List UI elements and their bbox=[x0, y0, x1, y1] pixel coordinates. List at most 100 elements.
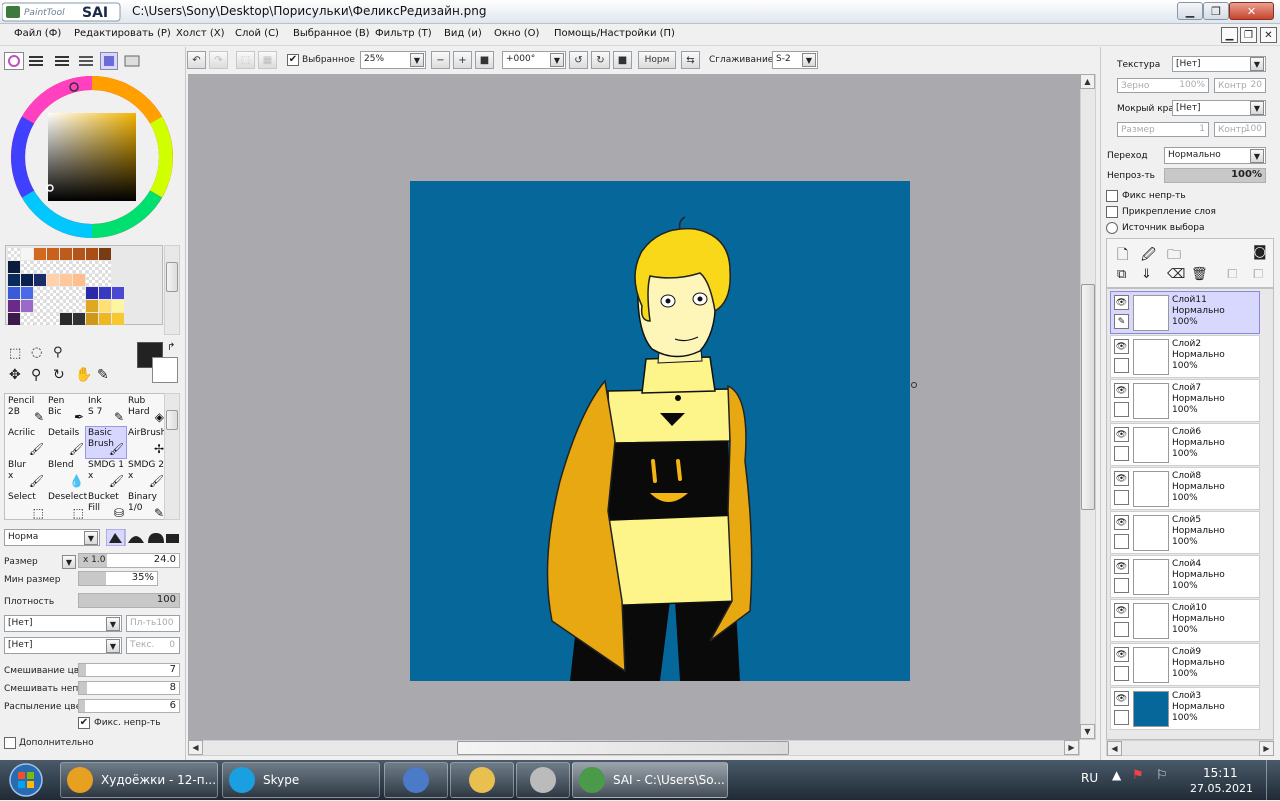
fix-opacity-checkbox[interactable]: ✔ bbox=[78, 717, 90, 729]
color-swatch[interactable] bbox=[47, 274, 59, 286]
menu-file[interactable]: Файл (Ф) bbox=[14, 28, 61, 39]
rotation-reset-button[interactable]: ■ bbox=[613, 51, 632, 69]
redo-button[interactable]: ↷ bbox=[209, 51, 228, 69]
layer-link-box[interactable] bbox=[1114, 446, 1129, 461]
selection-checkbox[interactable]: ✔ bbox=[287, 54, 299, 66]
layer-link-box[interactable] bbox=[1114, 710, 1129, 725]
layer-link-box[interactable] bbox=[1114, 402, 1129, 417]
color-swatch[interactable] bbox=[34, 274, 46, 286]
tool-smdg-2[interactable]: SMDG 2 x 🖌 bbox=[126, 459, 166, 490]
size-dropdown[interactable]: ▼ bbox=[62, 555, 76, 569]
new-folder-icon[interactable]: 🗀 bbox=[1167, 244, 1181, 268]
deselect-button[interactable]: ⬚ bbox=[236, 51, 255, 69]
tool-basic[interactable]: Basic Brush 🖌 bbox=[85, 426, 127, 459]
color-swatch[interactable] bbox=[73, 300, 85, 312]
color-swatch[interactable] bbox=[99, 313, 111, 325]
eye-icon[interactable]: 👁 bbox=[1114, 647, 1129, 662]
layers-horizontal-scrollbar[interactable]: ◀ ▶ bbox=[1106, 740, 1274, 756]
color-swatch[interactable] bbox=[99, 287, 111, 299]
zoom-in-button[interactable]: + bbox=[453, 51, 472, 69]
color-swatch[interactable] bbox=[47, 248, 59, 260]
tool-blur[interactable]: Blur x 🖌 bbox=[6, 459, 46, 490]
color-swatch[interactable] bbox=[34, 300, 46, 312]
color-swatch[interactable] bbox=[73, 274, 85, 286]
vertical-scroll-thumb[interactable] bbox=[1081, 284, 1095, 510]
color-swatch[interactable] bbox=[86, 274, 98, 286]
rotate-cw-button[interactable]: ↻ bbox=[591, 51, 610, 69]
color-swatch[interactable] bbox=[21, 300, 33, 312]
color-swatch[interactable] bbox=[99, 300, 111, 312]
rect-select-icon[interactable]: ⬚ bbox=[9, 346, 21, 361]
mix-color-slider[interactable]: 7 bbox=[78, 663, 180, 677]
color-swatch[interactable] bbox=[86, 248, 98, 260]
menu-view[interactable]: Вид (и) bbox=[444, 28, 482, 39]
color-swatch[interactable] bbox=[21, 261, 33, 273]
brush-shape-selector[interactable] bbox=[105, 528, 181, 547]
language-indicator[interactable]: RU bbox=[1081, 771, 1098, 785]
spray-slider[interactable]: 6 bbox=[78, 699, 180, 713]
menu-layer[interactable]: Слой (С) bbox=[235, 28, 279, 39]
color-swatch[interactable] bbox=[60, 287, 72, 299]
menu-selection[interactable]: Выбранное (В) bbox=[293, 28, 370, 39]
horizontal-scroll-thumb[interactable] bbox=[457, 741, 789, 755]
layer-mask-icon[interactable]: ◙ bbox=[1253, 244, 1267, 260]
toolgrid-scroll-thumb[interactable] bbox=[166, 410, 178, 430]
color-swatch[interactable] bbox=[8, 261, 20, 273]
color-swatch[interactable] bbox=[60, 274, 72, 286]
color-wheel-tab[interactable] bbox=[4, 52, 24, 70]
taskbar-app-folder[interactable] bbox=[450, 762, 514, 798]
secondary-color[interactable] bbox=[152, 357, 178, 383]
clipping-checkbox[interactable] bbox=[1106, 206, 1118, 218]
network-flag-icon[interactable]: ⚐ bbox=[1156, 768, 1168, 783]
color-swatch[interactable] bbox=[60, 261, 72, 273]
menu-help-settings[interactable]: Помощь/Настройки (П) bbox=[554, 28, 675, 39]
rotation-select[interactable]: +000° ▼ bbox=[502, 51, 566, 69]
layer-row[interactable]: 👁 Слой5 Нормально 100% bbox=[1110, 511, 1260, 554]
color-swatch[interactable] bbox=[99, 274, 111, 286]
tool-pen[interactable]: Pen Bic ✒ bbox=[46, 395, 86, 426]
zoom-reset-button[interactable]: ■ bbox=[475, 51, 494, 69]
smoothing-select[interactable]: S-2 ▼ bbox=[772, 51, 818, 69]
color-swatch[interactable] bbox=[47, 300, 59, 312]
start-button[interactable] bbox=[4, 762, 48, 798]
restore-button[interactable]: ❐ bbox=[1203, 2, 1229, 20]
zoom-select[interactable]: 25% ▼ bbox=[360, 51, 426, 69]
layer-link-box[interactable] bbox=[1114, 622, 1129, 637]
scroll-right-button[interactable]: ▶ bbox=[1064, 740, 1079, 755]
undo-button[interactable]: ↶ bbox=[187, 51, 206, 69]
tool-details[interactable]: Details 🖌 bbox=[46, 427, 86, 458]
color-swatch[interactable] bbox=[73, 313, 85, 325]
density-slider[interactable]: 100 bbox=[78, 593, 180, 608]
hsv-slider-tab[interactable] bbox=[54, 54, 70, 68]
advanced-checkbox[interactable] bbox=[4, 737, 16, 749]
color-swatch[interactable] bbox=[112, 300, 124, 312]
taskbar-app-sai[interactable]: SAI - C:\Users\So... bbox=[572, 762, 728, 798]
tool-airbrush[interactable]: AirBrush ✢ bbox=[126, 427, 166, 458]
new-layer-icon[interactable]: 🗋 bbox=[1117, 244, 1128, 268]
swatches-tab[interactable] bbox=[100, 52, 118, 70]
tool-smdg-1[interactable]: SMDG 1 x 🖌 bbox=[86, 459, 126, 490]
color-swatch[interactable] bbox=[47, 261, 59, 273]
clock-time[interactable]: 15:11 bbox=[1203, 766, 1238, 780]
delete-layer-icon[interactable]: 🗑 bbox=[1191, 267, 1208, 282]
layer-row[interactable]: 👁 Слой4 Нормально 100% bbox=[1110, 555, 1260, 598]
tool-binary[interactable]: Binary 1/0 ✎ bbox=[126, 491, 166, 522]
color-swatch[interactable] bbox=[8, 300, 20, 312]
magic-wand-icon[interactable]: ⚲ bbox=[53, 345, 63, 360]
mdi-restore-button[interactable]: ❐ bbox=[1240, 27, 1257, 43]
mdi-minimize-button[interactable]: ▁ bbox=[1221, 27, 1238, 43]
min-size-slider[interactable]: 35% bbox=[78, 571, 158, 586]
rgb-slider-tab[interactable] bbox=[28, 54, 44, 68]
color-swatch[interactable] bbox=[34, 313, 46, 325]
zoom-out-button[interactable]: − bbox=[431, 51, 450, 69]
color-swatch[interactable] bbox=[86, 300, 98, 312]
color-swatch[interactable] bbox=[86, 313, 98, 325]
menu-canvas[interactable]: Холст (Х) bbox=[176, 28, 225, 39]
color-swatch[interactable] bbox=[21, 313, 33, 325]
layer-row[interactable]: 👁 Слой9 Нормально 100% bbox=[1110, 643, 1260, 686]
color-swatch[interactable] bbox=[34, 261, 46, 273]
color-swatch[interactable] bbox=[60, 248, 72, 260]
tool-blend[interactable]: Blend 💧 bbox=[46, 459, 86, 490]
layer-link-box[interactable] bbox=[1114, 534, 1129, 549]
color-swatch[interactable] bbox=[73, 261, 85, 273]
